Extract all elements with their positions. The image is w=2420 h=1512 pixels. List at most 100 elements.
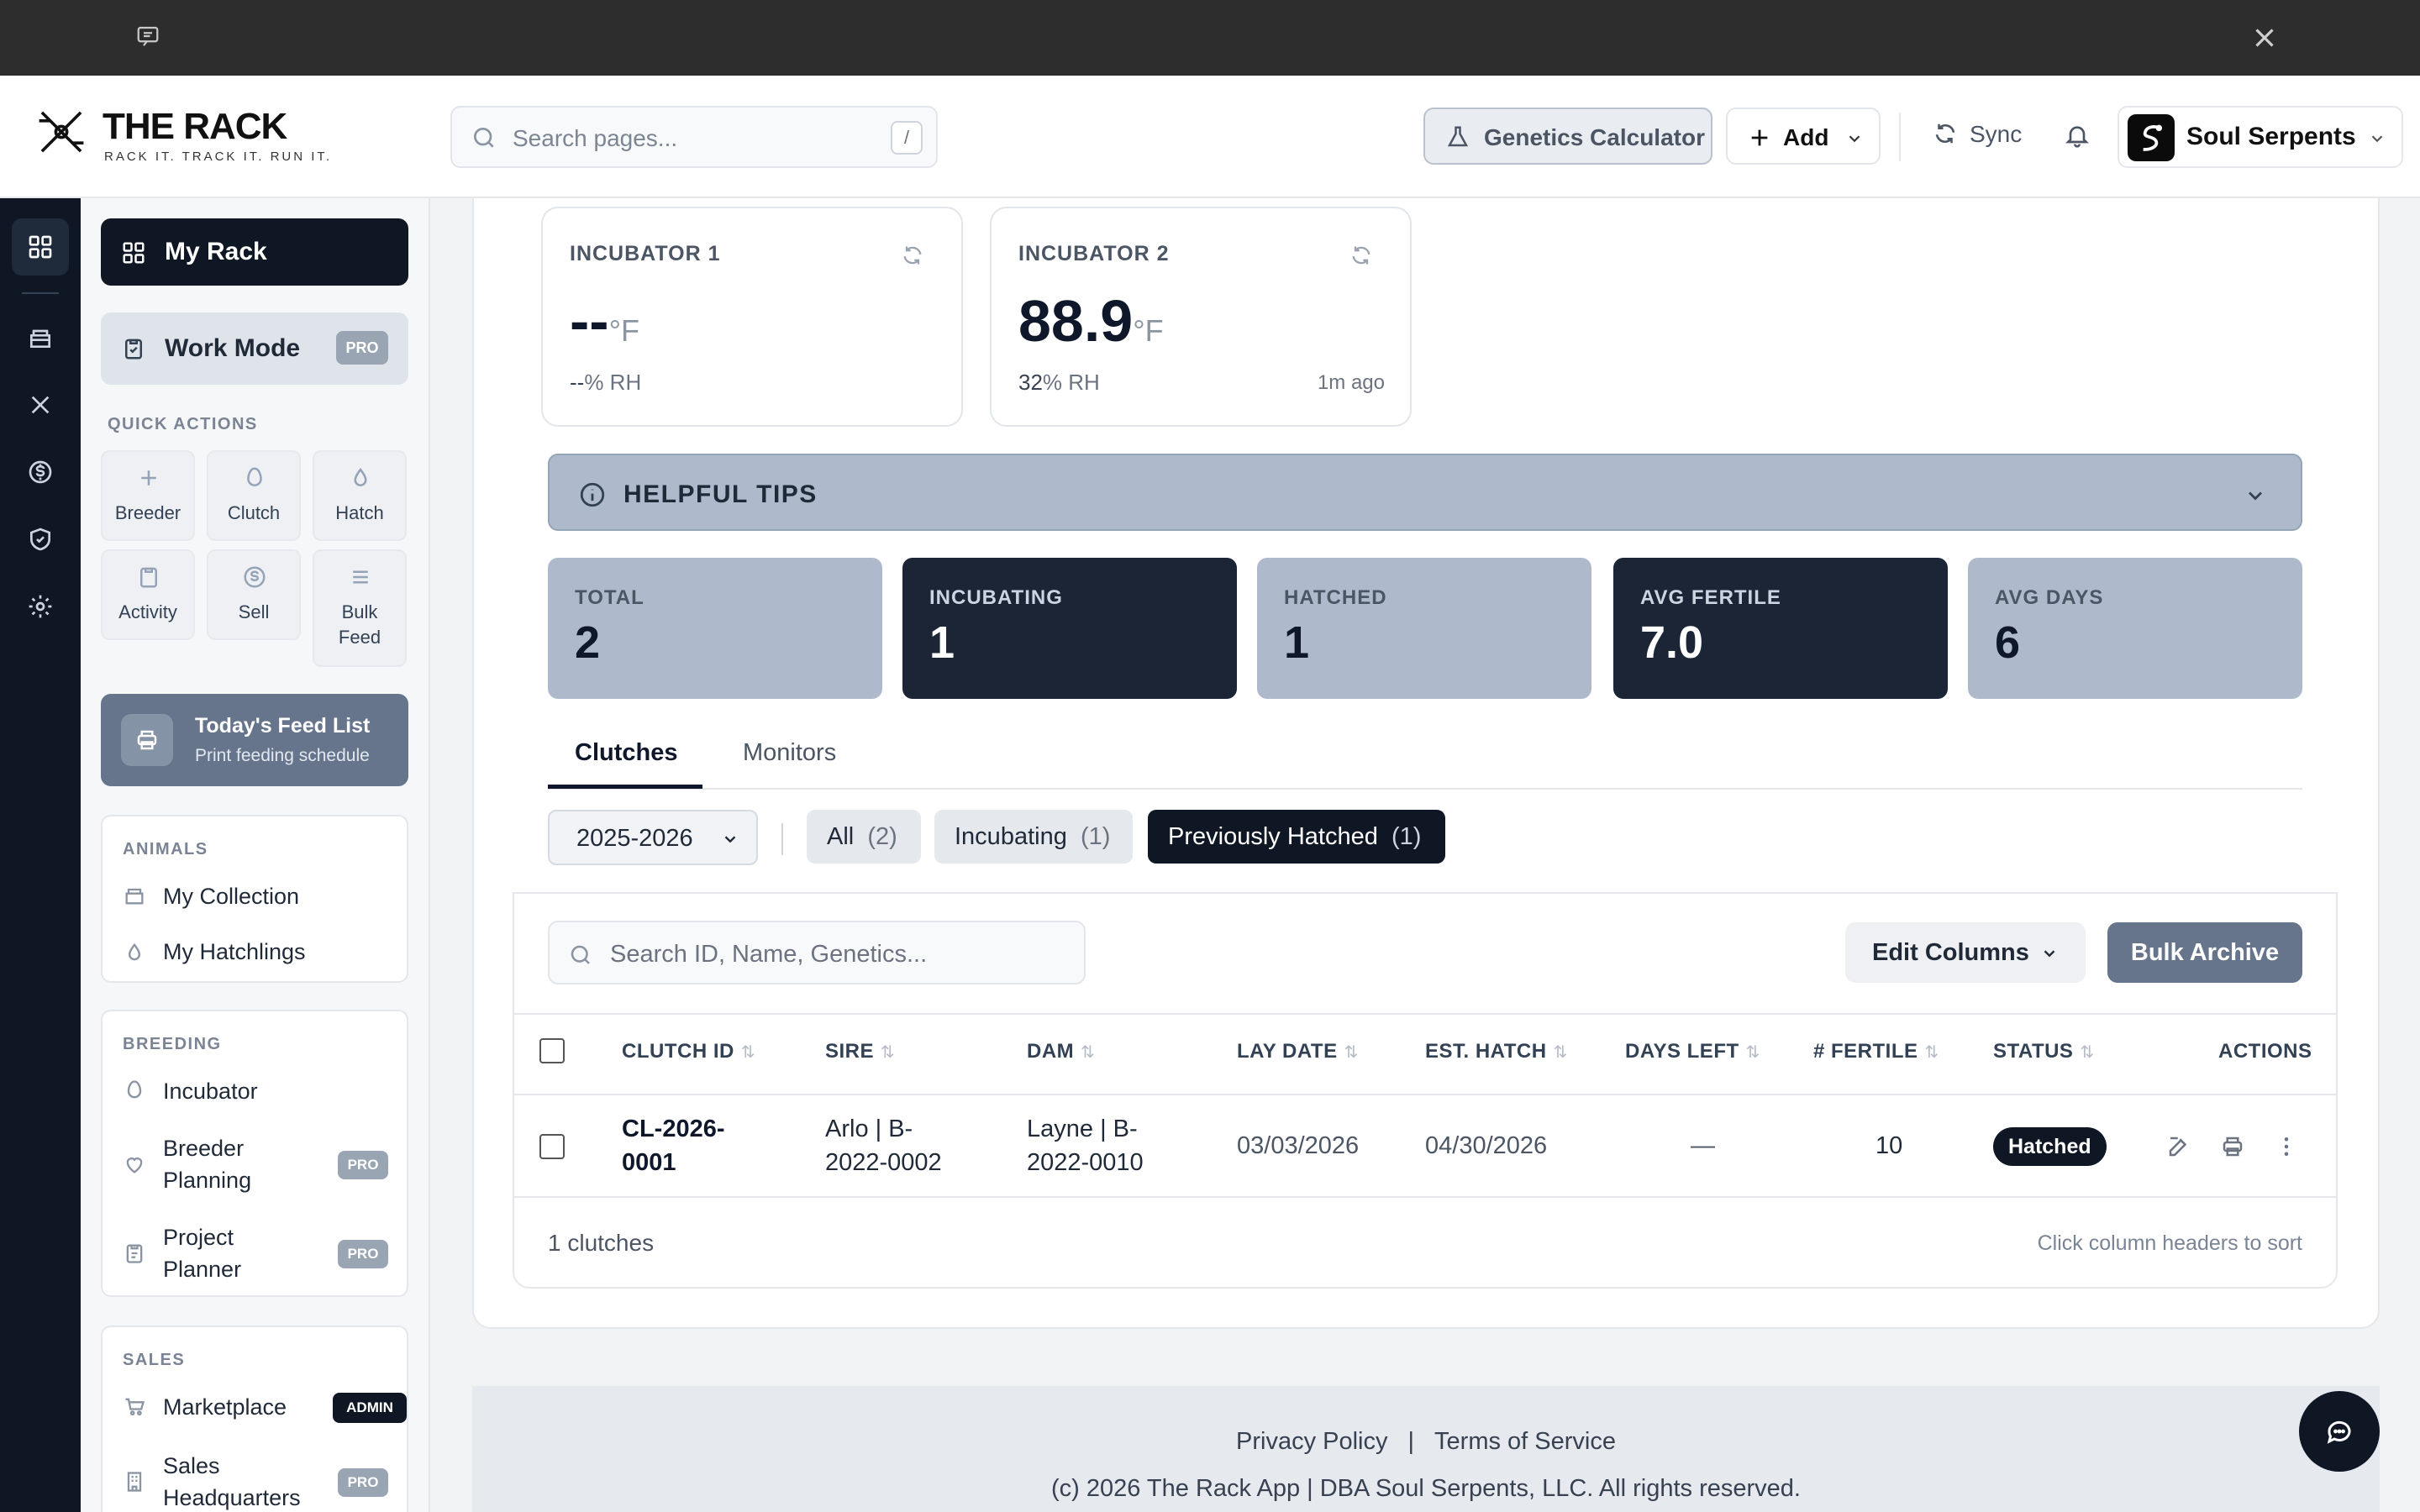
rail-dashboard[interactable] xyxy=(12,218,69,276)
grid-icon xyxy=(123,242,145,264)
clutch-id-cell[interactable]: CL-2026- 0001 xyxy=(622,1112,725,1179)
brand-name: THE RACK xyxy=(103,106,287,147)
edit-columns-button[interactable]: Edit Columns xyxy=(1845,922,2086,983)
sidebar-item-label: Marketplace xyxy=(163,1394,287,1420)
column-header-status[interactable]: STATUS ⇅ xyxy=(1993,1040,2095,1063)
printer-icon xyxy=(137,730,157,750)
bell-icon[interactable] xyxy=(2064,121,2091,150)
column-header-days-left[interactable]: DAYS LEFT ⇅ xyxy=(1625,1040,1760,1063)
rail-sales[interactable] xyxy=(12,444,69,501)
search-icon xyxy=(571,945,590,964)
stat-label: AVG FERTILE xyxy=(1640,586,1781,609)
filter-chip-incubating[interactable]: Incubating (1) xyxy=(934,810,1133,864)
box-icon xyxy=(125,888,144,905)
search-placeholder: Search pages... xyxy=(513,125,678,151)
sidebar-item-project-planner[interactable]: Project Planner PRO xyxy=(123,1221,400,1289)
temperature-unit: °F xyxy=(1133,313,1164,348)
sidebar-item-work-mode[interactable]: Work Mode PRO xyxy=(101,312,408,385)
quick-action-clutch[interactable]: Clutch xyxy=(207,450,301,541)
incubator-humidity: --% RH xyxy=(570,370,641,396)
todays-feed-list-button[interactable]: Today's Feed List Print feeding schedule xyxy=(101,694,408,786)
tab-clutches[interactable]: Clutches xyxy=(575,739,677,767)
rail-breeding[interactable] xyxy=(12,376,69,433)
column-header-label: DAM xyxy=(1027,1040,1075,1063)
genetics-calculator-label: Genetics Calculator xyxy=(1484,124,1705,150)
account-switcher[interactable]: Soul Serpents xyxy=(2118,106,2403,168)
the-rack-logo[interactable] xyxy=(34,104,89,160)
filter-chip-previously-hatched[interactable]: Previously Hatched (1) xyxy=(1148,810,1445,864)
bulk-archive-button[interactable]: Bulk Archive xyxy=(2107,922,2302,983)
incubator-card-1: INCUBATOR 1 --°F --% RH xyxy=(541,207,963,427)
quick-action-breeder[interactable]: Breeder xyxy=(101,450,195,541)
sidebar-item-marketplace[interactable]: Marketplace ADMIN xyxy=(123,1391,407,1425)
stat-avg-fertile: AVG FERTILE 7.0 xyxy=(1613,558,1948,699)
rail-collection[interactable] xyxy=(12,309,69,366)
drop-icon xyxy=(354,467,367,486)
chevron-down-icon xyxy=(1849,135,1860,143)
rail-separator xyxy=(22,292,59,294)
table-row[interactable]: CL-2026- 0001 Arlo | B- 2022-0002 Layne … xyxy=(514,1095,2336,1198)
column-header-lay-date[interactable]: LAY DATE ⇅ xyxy=(1237,1040,1359,1063)
stat-hatched: HATCHED 1 xyxy=(1257,558,1591,699)
temperature-value: 88.9 xyxy=(1018,288,1134,354)
serpent-logo-icon xyxy=(2143,124,2163,151)
column-header-label: DAYS LEFT xyxy=(1625,1040,1739,1063)
message-icon[interactable] xyxy=(134,24,161,49)
refresh-icon[interactable] xyxy=(1349,244,1373,267)
column-header-label: # FERTILE xyxy=(1813,1040,1918,1063)
column-header-dam[interactable]: DAM ⇅ xyxy=(1027,1040,1095,1063)
quick-action-activity[interactable]: Activity xyxy=(101,549,195,640)
row-checkbox[interactable] xyxy=(539,1134,565,1159)
sync-label: Sync xyxy=(1970,121,2023,147)
filter-chip-all[interactable]: All (2) xyxy=(807,810,921,864)
add-button[interactable]: Add xyxy=(1726,108,1881,165)
stat-label: HATCHED xyxy=(1284,586,1387,609)
season-select[interactable]: 2025-2026 xyxy=(548,810,758,865)
column-header-fertile[interactable]: # FERTILE ⇅ xyxy=(1813,1040,1939,1063)
breeding-section: BREEDING Incubator Breeder Planning PRO … xyxy=(101,1010,408,1297)
rail-security[interactable] xyxy=(12,511,69,568)
header-divider xyxy=(1899,113,1901,161)
clutch-search-input[interactable]: Search ID, Name, Genetics... xyxy=(548,921,1086,984)
sidebar-item-my-rack[interactable]: My Rack xyxy=(101,218,408,286)
clutch-id-line: CL-2026- xyxy=(622,1116,725,1142)
sidebar-item-breeder-planning[interactable]: Breeder Planning PRO xyxy=(123,1132,400,1200)
more-vertical-icon[interactable] xyxy=(2274,1134,2299,1159)
chat-support-button[interactable] xyxy=(2299,1391,2380,1472)
column-header-clutch-id[interactable]: CLUTCH ID ⇅ xyxy=(622,1040,755,1063)
quick-action-bulk-feed[interactable]: Bulk Feed xyxy=(313,549,407,667)
list-icon xyxy=(353,570,368,584)
rail-settings[interactable] xyxy=(12,578,69,635)
printer-icon[interactable] xyxy=(2220,1134,2245,1159)
sales-section: SALES Marketplace ADMIN Sales Headquarte… xyxy=(101,1326,408,1512)
tab-monitors[interactable]: Monitors xyxy=(743,739,836,767)
sidebar-item-my-collection[interactable]: My Collection xyxy=(123,880,400,914)
chip-count: (1) xyxy=(1391,823,1422,850)
season-select-value: 2025-2026 xyxy=(576,825,693,852)
drop-icon xyxy=(128,942,141,961)
privacy-policy-link[interactable]: Privacy Policy xyxy=(1236,1428,1388,1455)
sidebar-item-label: My Rack xyxy=(165,238,267,265)
dam-line: Layne | B- xyxy=(1027,1116,1138,1142)
genetics-calculator-button[interactable]: Genetics Calculator xyxy=(1423,108,1712,165)
terms-of-service-link[interactable]: Terms of Service xyxy=(1434,1428,1616,1455)
chip-text: All xyxy=(827,823,855,850)
sidebar-item-label: Sales Headquarters xyxy=(163,1453,301,1510)
sync-button[interactable]: Sync xyxy=(1933,119,2067,153)
sidebar-item-sales-headquarters[interactable]: Sales Headquarters PRO xyxy=(123,1450,400,1512)
close-icon[interactable] xyxy=(2249,22,2281,54)
column-header-est-hatch[interactable]: EST. HATCH ⇅ xyxy=(1425,1040,1568,1063)
edit-icon[interactable] xyxy=(2166,1134,2191,1159)
quick-action-hatch[interactable]: Hatch xyxy=(313,450,407,541)
incubator-temperature: --°F xyxy=(570,287,639,354)
refresh-icon[interactable] xyxy=(901,244,924,267)
page-search[interactable]: Search pages... / xyxy=(450,106,938,168)
sidebar-item-incubator[interactable]: Incubator xyxy=(123,1075,400,1109)
quick-action-sell[interactable]: Sell xyxy=(207,549,301,640)
sidebar-item-my-hatchlings[interactable]: My Hatchlings xyxy=(123,936,400,969)
stat-label: INCUBATING xyxy=(929,586,1063,609)
helpful-tips-toggle[interactable]: HELPFUL TIPS xyxy=(548,454,2302,531)
select-all-checkbox[interactable] xyxy=(539,1038,565,1063)
chevron-down-icon xyxy=(2044,950,2055,958)
column-header-sire[interactable]: SIRE ⇅ xyxy=(825,1040,895,1063)
